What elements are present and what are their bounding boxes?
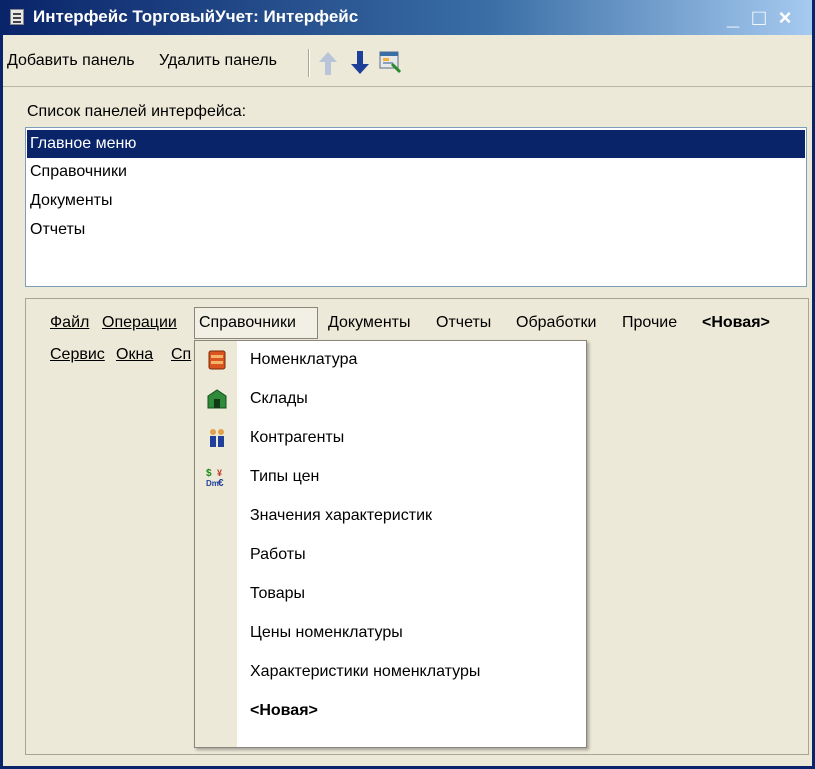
toolbar-separator [308,49,310,77]
svg-text:$: $ [206,468,212,479]
nomenclature-icon [206,349,228,371]
window-controls: _ □ × [724,5,802,31]
arrow-up-icon[interactable] [317,50,339,76]
panels-listbox[interactable]: Главное меню Справочники Документы Отчет… [25,127,807,287]
dropdown-item[interactable]: Контрагенты [195,419,586,458]
menu-file[interactable]: Файл [50,314,89,332]
list-item[interactable]: Документы [27,187,805,215]
menu-service[interactable]: Сервис [50,346,105,364]
menu-operations[interactable]: Операции [102,314,177,332]
dropdown-item-label: Типы цен [250,468,320,485]
window-title: Интерфейс ТорговыйУчет: Интерфейс [33,7,359,26]
dropdown-item[interactable]: Значения характеристик [195,497,586,536]
contractors-icon [206,427,228,449]
dropdown-item-label: Склады [250,390,308,407]
dropdown-item[interactable]: Склады [195,380,586,419]
remove-panel-button[interactable]: Удалить панель [159,52,277,70]
dropdown-item[interactable]: Характеристики номенклатуры [195,653,586,692]
dropdown-item-label: Номенклатура [250,351,358,368]
preview-icon[interactable] [379,50,402,76]
menu-windows[interactable]: Окна [116,346,153,364]
dropdown-item[interactable]: $ ¥ Dm € Типы цен [195,458,586,497]
currency-icon: $ ¥ Dm € [206,466,228,489]
add-panel-button[interactable]: Добавить панель [7,52,135,70]
dropdown-item[interactable]: Работы [195,536,586,575]
dropdown-item-label: Товары [250,585,306,602]
menu-reports[interactable]: Отчеты [436,314,491,332]
catalogs-dropdown: Номенклатура Склады Контрагенты $ ¥ Dm €… [194,340,587,748]
dropdown-item-label: Характеристики номенклатуры [250,663,481,680]
list-item[interactable]: Справочники [27,158,805,186]
window: Интерфейс ТорговыйУчет: Интерфейс _ □ × До… [0,0,815,769]
menu-preview-panel: Файл Операции Справочники Документы Отче… [25,298,809,755]
svg-text:€: € [218,478,224,488]
list-item[interactable]: Главное меню [27,130,805,158]
list-item[interactable]: Отчеты [27,216,805,244]
dropdown-item-label: <Новая> [250,702,318,719]
arrow-down-icon[interactable] [349,50,371,76]
menu-other[interactable]: Прочие [622,314,677,332]
menu-new[interactable]: <Новая> [702,314,770,332]
dropdown-item-label: Цены номенклатуры [250,624,403,641]
svg-text:Dm: Dm [206,479,219,488]
svg-text:¥: ¥ [217,468,222,478]
dropdown-item[interactable]: Цены номенклатуры [195,614,586,653]
close-button[interactable]: × [776,5,802,31]
maximize-button[interactable]: □ [750,5,776,31]
dropdown-item[interactable]: Номенклатура [195,341,586,380]
dropdown-item[interactable]: <Новая> [195,692,586,731]
menu-processing[interactable]: Обработки [516,314,596,332]
warehouse-icon [206,388,228,410]
toolbar: Добавить панель Удалить панель [3,38,812,87]
menu-help-partial[interactable]: Сп [171,346,191,364]
menu-documents[interactable]: Документы [328,314,410,332]
form-icon [10,9,24,25]
panels-list-label: Список панелей интерфейса: [27,103,247,120]
title-bar[interactable]: Интерфейс ТорговыйУчет: Интерфейс _ □ × [3,0,812,35]
dropdown-item-label: Работы [250,546,306,563]
dropdown-item-label: Контрагенты [250,429,345,446]
dropdown-item-label: Значения характеристик [250,507,433,524]
dropdown-item[interactable]: Товары [195,575,586,614]
menu-catalogs[interactable]: Справочники [199,314,296,332]
minimize-button[interactable]: _ [724,5,750,31]
